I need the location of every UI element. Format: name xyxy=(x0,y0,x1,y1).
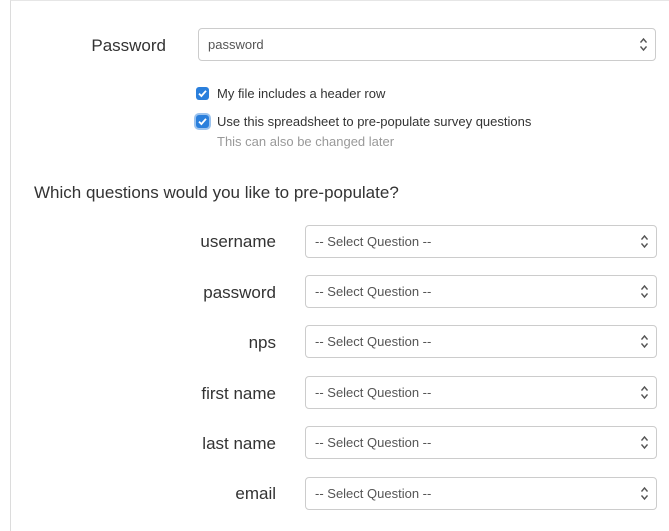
mapping-row-label: password xyxy=(203,283,276,302)
mapping-row-select-value: -- Select Question -- xyxy=(315,435,432,450)
mapping-heading: Which questions would you like to pre-po… xyxy=(34,183,399,202)
mapping-row-label: last name xyxy=(202,434,276,453)
header-row-label: My file includes a header row xyxy=(217,86,386,101)
password-field-label: Password xyxy=(91,36,166,55)
mapping-row-select[interactable]: -- Select Question -- xyxy=(305,426,657,459)
mapping-row-select-value: -- Select Question -- xyxy=(315,486,432,501)
up-down-chevron-icon xyxy=(641,234,648,249)
mapping-row-label: nps xyxy=(248,333,276,352)
mapping-row-select-value: -- Select Question -- xyxy=(315,284,432,299)
prepopulate-label: Use this spreadsheet to pre-populate sur… xyxy=(217,114,532,129)
up-down-chevron-icon xyxy=(641,334,648,349)
mapping-row-label: username xyxy=(200,232,276,251)
mapping-row-label: first name xyxy=(201,384,276,403)
mapping-row-select-value: -- Select Question -- xyxy=(315,234,432,249)
prepopulate-hint: This can also be changed later xyxy=(217,134,395,149)
up-down-chevron-icon xyxy=(640,37,647,52)
up-down-chevron-icon xyxy=(641,486,648,501)
mapping-row-select[interactable]: -- Select Question -- xyxy=(305,477,657,510)
up-down-chevron-icon xyxy=(641,284,648,299)
password-column-select-value: password xyxy=(208,37,264,52)
mapping-row-label: email xyxy=(235,484,276,503)
mapping-row-select-value: -- Select Question -- xyxy=(315,334,432,349)
import-settings-panel: Password password My file includes a hea… xyxy=(10,0,669,531)
checkmark-icon xyxy=(198,118,207,126)
mapping-row-select-value: -- Select Question -- xyxy=(315,385,432,400)
mapping-row-select[interactable]: -- Select Question -- xyxy=(305,225,657,258)
mapping-row-select[interactable]: -- Select Question -- xyxy=(305,275,657,308)
header-row-checkbox[interactable] xyxy=(196,87,209,100)
mapping-row-select[interactable]: -- Select Question -- xyxy=(305,325,657,358)
prepopulate-checkbox[interactable] xyxy=(196,115,209,128)
checkmark-icon xyxy=(198,90,207,98)
password-column-select[interactable]: password xyxy=(198,28,656,61)
mapping-row-select[interactable]: -- Select Question -- xyxy=(305,376,657,409)
up-down-chevron-icon xyxy=(641,435,648,450)
up-down-chevron-icon xyxy=(641,385,648,400)
